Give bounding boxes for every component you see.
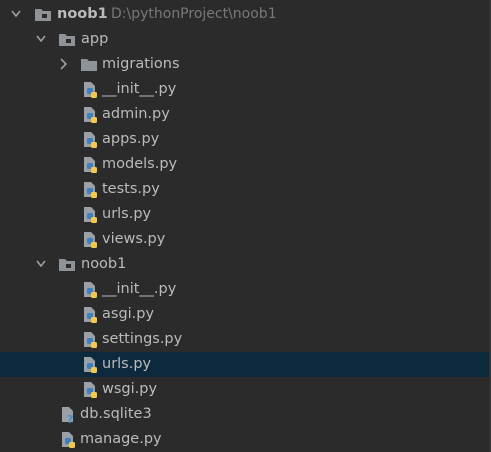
python-file-icon	[82, 152, 100, 177]
chevron-down-icon[interactable]	[34, 252, 48, 277]
tree-row-file-selected[interactable]: urls.py	[0, 352, 489, 377]
tree-row-file[interactable]: __init__.py	[0, 277, 489, 302]
python-file-icon	[82, 177, 100, 202]
python-file-icon	[60, 427, 78, 452]
svg-text:?: ?	[67, 413, 73, 426]
python-file-icon	[82, 327, 100, 352]
python-file-icon	[82, 277, 100, 302]
file-label: __init__.py	[102, 81, 177, 97]
tree-row-file[interactable]: manage.py	[0, 427, 489, 452]
tree-row-file[interactable]: admin.py	[0, 102, 489, 127]
python-file-icon	[82, 302, 100, 327]
file-label: manage.py	[80, 431, 162, 447]
tree-row-folder-migrations[interactable]: migrations	[0, 52, 489, 77]
tree-row-file[interactable]: apps.py	[0, 127, 489, 152]
python-file-icon	[82, 227, 100, 252]
project-root-path: D:\pythonProject\noob1	[111, 6, 277, 22]
folder-label: app	[81, 31, 109, 47]
chevron-down-icon[interactable]	[9, 2, 23, 27]
tree-row-folder-app[interactable]: app	[0, 27, 489, 52]
python-file-icon	[82, 102, 100, 127]
file-label: asgi.py	[102, 306, 155, 322]
chevron-down-icon[interactable]	[34, 27, 48, 52]
tree-row-file[interactable]: urls.py	[0, 202, 489, 227]
file-label: urls.py	[102, 356, 152, 372]
tree-row-file[interactable]: models.py	[0, 152, 489, 177]
tree-row-file[interactable]: ? db.sqlite3	[0, 402, 489, 427]
folder-icon	[58, 252, 76, 277]
tree-row-folder-noob1[interactable]: noob1	[0, 252, 489, 277]
file-label: settings.py	[102, 331, 183, 347]
folder-icon	[34, 2, 52, 27]
tree-row-file[interactable]: __init__.py	[0, 77, 489, 102]
file-label: apps.py	[102, 131, 160, 147]
tree-row-file[interactable]: views.py	[0, 227, 489, 252]
file-label: __init__.py	[102, 281, 177, 297]
file-label: views.py	[102, 231, 166, 247]
tree-row-file[interactable]: tests.py	[0, 177, 489, 202]
project-root-label: noob1	[57, 6, 108, 22]
file-label: admin.py	[102, 106, 170, 122]
folder-icon	[58, 27, 76, 52]
file-label: wsgi.py	[102, 381, 158, 397]
tree-row-project-root[interactable]: noob1 D:\pythonProject\noob1	[0, 2, 489, 27]
chevron-right-icon[interactable]	[56, 52, 70, 77]
tree-row-file[interactable]: settings.py	[0, 327, 489, 352]
tree-row-file[interactable]: asgi.py	[0, 302, 489, 327]
tree-row-file[interactable]: wsgi.py	[0, 377, 489, 402]
python-file-icon	[82, 377, 100, 402]
python-file-icon	[82, 77, 100, 102]
python-file-icon	[82, 352, 100, 377]
project-tree: noob1 D:\pythonProject\noob1 app migrati…	[0, 0, 491, 452]
sqlite-unknown-file-icon: ?	[60, 402, 78, 427]
file-label: db.sqlite3	[80, 406, 152, 422]
folder-icon	[80, 52, 98, 77]
folder-label: noob1	[81, 256, 127, 272]
file-label: models.py	[102, 156, 178, 172]
folder-label: migrations	[102, 56, 180, 72]
file-label: urls.py	[102, 206, 152, 222]
file-label: tests.py	[102, 181, 160, 197]
python-file-icon	[82, 127, 100, 152]
python-file-icon	[82, 202, 100, 227]
